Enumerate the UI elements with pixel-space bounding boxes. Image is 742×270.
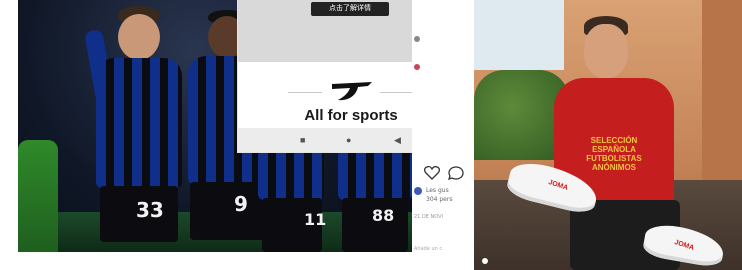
home-icon[interactable]: ● <box>346 136 351 145</box>
story-indicator-icon <box>482 258 488 264</box>
joma-logo-icon <box>332 82 372 101</box>
shirt-text-line: ANÓNIMOS <box>592 163 636 172</box>
jersey-number: 11 <box>304 210 327 229</box>
red-shirt-player-photo: SELECCIÓN ESPAÑOLA FUTBOLISTAS ANÓNIMOS … <box>474 0 742 270</box>
divider-line <box>380 92 414 93</box>
sky-background <box>474 0 564 70</box>
jersey-number: 88 <box>372 206 395 225</box>
learn-more-button[interactable]: 点击了解详情 <box>311 2 389 16</box>
player-88: 88 <box>338 150 412 252</box>
profile-dot <box>414 36 420 42</box>
liker-avatar <box>414 187 422 195</box>
profile-dot <box>414 64 420 70</box>
shirt-text: SELECCIÓN ESPAÑOLA FUTBOLISTAS ANÓNIMOS <box>562 136 666 172</box>
player-33: 33 <box>78 0 188 252</box>
comment-icon[interactable] <box>448 166 464 180</box>
heart-icon[interactable] <box>424 166 440 180</box>
recent-apps-icon[interactable]: ■ <box>300 136 305 145</box>
shirt-text-line: ESPAÑOLA <box>592 145 636 154</box>
jersey-number: 33 <box>136 198 164 222</box>
post-timestamp: 21 DE NOVI <box>414 214 444 220</box>
shirt-text-line: SELECCIÓN <box>590 136 638 145</box>
back-icon[interactable]: ◀ <box>394 136 401 145</box>
player-11: 11 <box>258 150 328 252</box>
liked-by-text: Les gus <box>426 187 449 194</box>
opponent-player <box>18 140 58 252</box>
instagram-post-panel: Les gus 304 pers 21 DE NOVI Añade un c <box>412 0 474 270</box>
divider-line <box>288 92 322 93</box>
jersey-number: 9 <box>234 192 248 216</box>
add-comment-input[interactable]: Añade un c <box>414 246 442 252</box>
face <box>584 24 628 78</box>
shirt-text-line: FUTBOLISTAS <box>586 154 642 163</box>
likes-count-text: 304 pers <box>426 196 453 203</box>
